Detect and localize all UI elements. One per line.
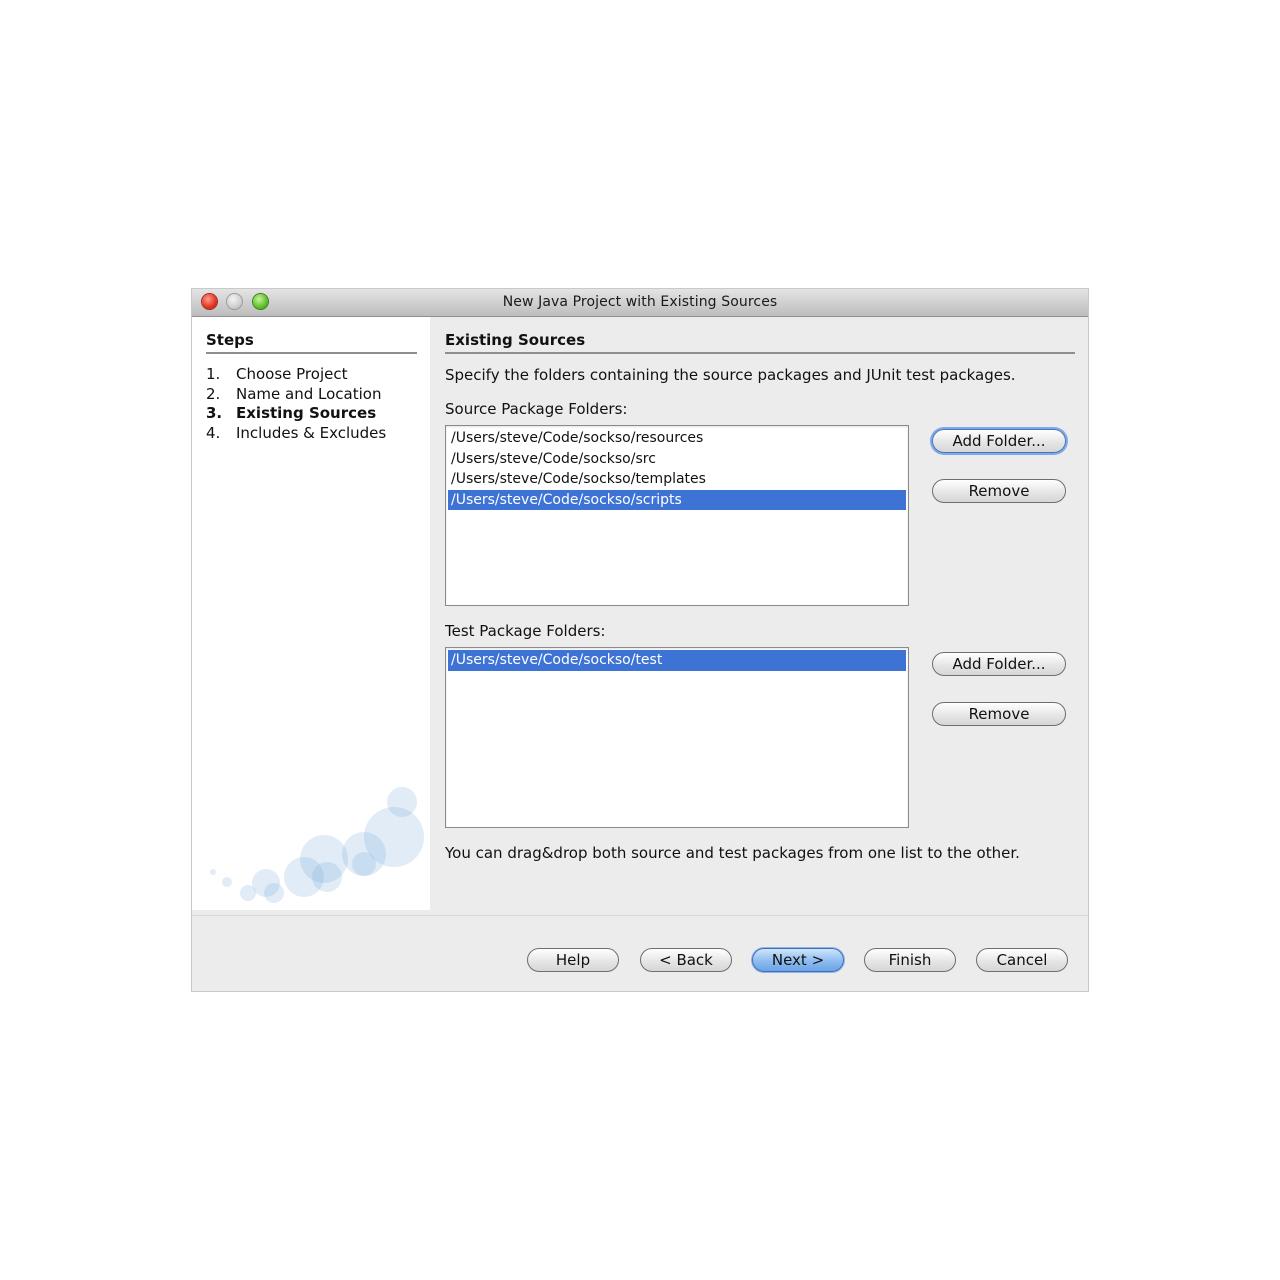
- step-item: 1. Choose Project: [206, 365, 348, 383]
- source-folder-item[interactable]: /Users/steve/Code/sockso/src: [448, 449, 906, 470]
- back-button[interactable]: < Back: [640, 948, 732, 972]
- title-bar[interactable]: New Java Project with Existing Sources: [192, 289, 1088, 317]
- finish-button[interactable]: Finish: [864, 948, 956, 972]
- test-remove-button[interactable]: Remove: [932, 702, 1066, 726]
- test-folders-label: Test Package Folders:: [445, 622, 606, 640]
- step-label: Existing Sources: [236, 404, 377, 422]
- source-folder-item-selected[interactable]: /Users/steve/Code/sockso/scripts: [448, 489, 906, 510]
- source-folders-label: Source Package Folders:: [445, 400, 628, 418]
- step-label: Choose Project: [236, 365, 348, 383]
- step-label: Name and Location: [236, 384, 382, 403]
- test-add-folder-button[interactable]: Add Folder...: [932, 652, 1066, 676]
- step-label: Includes & Excludes: [236, 423, 387, 442]
- wizard-window: New Java Project with Existing Sources S…: [192, 289, 1088, 991]
- window-title: New Java Project with Existing Sources: [502, 294, 778, 310]
- instructions-text: Specify the folders containing the sourc…: [445, 366, 1016, 384]
- source-add-folder-button[interactable]: Add Folder...: [932, 429, 1066, 453]
- help-button[interactable]: Help: [527, 948, 619, 972]
- content-title: Existing Sources: [445, 331, 1075, 354]
- drag-drop-hint: You can drag&drop both source and test p…: [445, 844, 1020, 862]
- source-folder-item[interactable]: /Users/steve/Code/sockso/resources: [448, 428, 906, 449]
- source-folders-list[interactable]: /Users/steve/Code/sockso/resources /User…: [445, 425, 909, 606]
- test-folder-item-selected[interactable]: /Users/steve/Code/sockso/test: [448, 650, 906, 671]
- source-folder-item[interactable]: /Users/steve/Code/sockso/templates: [448, 469, 906, 490]
- next-button[interactable]: Next >: [752, 948, 844, 972]
- steps-heading: Steps: [206, 331, 417, 354]
- test-folders-list[interactable]: /Users/steve/Code/sockso/test: [445, 647, 909, 828]
- step-item: 2. Name and Location: [206, 384, 382, 403]
- steps-panel: Steps 1. Choose Project 2. Name and Locati…: [192, 317, 430, 910]
- steps-list: 1. Choose Project 2. Name and Location 3. E…: [206, 365, 386, 443]
- source-remove-button[interactable]: Remove: [932, 479, 1066, 503]
- footer-separator: [192, 915, 1088, 916]
- step-item: 4. Includes & Excludes: [206, 423, 387, 442]
- cancel-button[interactable]: Cancel: [976, 948, 1068, 972]
- step-item-current: 3. Existing Sources: [206, 404, 377, 422]
